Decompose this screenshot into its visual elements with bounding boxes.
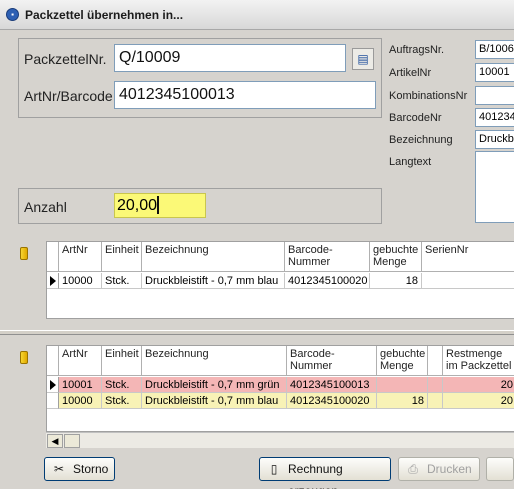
- col-header-menge[interactable]: gebuchte Menge: [377, 346, 428, 376]
- cell-barcode[interactable]: 4012345100020: [287, 393, 377, 409]
- barcode-field[interactable]: 4012345: [475, 108, 514, 127]
- artikel-label: ArtikelNr: [389, 67, 432, 79]
- rechnung-label: Rechnung erzeugen: [288, 462, 343, 489]
- scroll-thumb[interactable]: [64, 434, 80, 448]
- langtext-label: Langtext: [389, 156, 432, 168]
- col-header-seriennr[interactable]: SerienNr: [422, 242, 514, 272]
- col-header-restmenge[interactable]: Restmenge im Packzettel: [443, 346, 514, 376]
- cell-bezeichnung[interactable]: Druckbleistift - 0,7 mm grün: [142, 377, 287, 393]
- auftrags-field[interactable]: B/10060: [475, 40, 514, 59]
- col-header-artnr[interactable]: ArtNr: [59, 346, 102, 376]
- barcode-label: BarcodeNr: [389, 112, 442, 124]
- kombination-label: KombinationsNr: [389, 90, 468, 102]
- bezeichnung-label: Bezeichnung: [389, 134, 453, 146]
- cell-seriennr[interactable]: [422, 273, 514, 289]
- bezeichnung-field[interactable]: Druckbl: [475, 130, 514, 149]
- artnr-label: ArtNr/Barcode: [24, 88, 113, 104]
- artnr-barcode-input[interactable]: 4012345100013: [114, 81, 376, 109]
- artikel-field[interactable]: 10001: [475, 63, 514, 82]
- cell-menge[interactable]: 18: [377, 393, 428, 409]
- bottom-grid: ArtNr Einheit Bezeichnung Barcode-Nummer…: [46, 345, 514, 432]
- col-header-menge[interactable]: gebuchte Menge: [370, 242, 422, 272]
- text-caret: [157, 196, 159, 214]
- cell-bezeichnung[interactable]: Druckbleistift - 0,7 mm blau: [142, 393, 287, 409]
- note-icon[interactable]: [20, 351, 28, 364]
- window-title: Packzettel übernehmen in...: [25, 8, 184, 22]
- printer-icon: ⎙: [408, 462, 418, 476]
- row-selector[interactable]: [47, 273, 59, 289]
- note-icon[interactable]: [20, 247, 28, 260]
- top-grid: ArtNr Einheit Bezeichnung Barcode-Nummer…: [46, 241, 514, 319]
- langtext-field[interactable]: [475, 151, 514, 223]
- storno-label: Storno: [73, 462, 109, 476]
- cell-einheit[interactable]: Stck.: [102, 377, 142, 393]
- col-header-einheit[interactable]: Einheit: [102, 346, 142, 376]
- packzettel-label: PackzettelNr.: [24, 51, 107, 67]
- grid-corner: [47, 242, 59, 272]
- cell-einheit[interactable]: Stck.: [102, 393, 142, 409]
- cell-einheit[interactable]: Stck.: [102, 273, 142, 289]
- col-header-barcode[interactable]: Barcode-Nummer: [285, 242, 370, 272]
- anzahl-label: Anzahl: [24, 199, 67, 215]
- anzahl-input[interactable]: 20,00: [114, 193, 206, 218]
- kombination-field[interactable]: [475, 86, 514, 105]
- drucken-button[interactable]: ⎙ Drucken: [398, 457, 480, 481]
- cell-barcode[interactable]: 4012345100020: [285, 273, 370, 289]
- cell-spacer: [428, 377, 443, 393]
- document-icon: ▯: [270, 462, 278, 476]
- splitter[interactable]: [0, 330, 514, 335]
- col-header-artnr[interactable]: ArtNr: [59, 242, 102, 272]
- auftrags-label: AuftragsNr.: [389, 44, 445, 56]
- lookup-icon[interactable]: ▤: [352, 48, 374, 70]
- grid-corner: [47, 346, 59, 376]
- storno-button[interactable]: ✂ Storno: [44, 457, 115, 481]
- app-icon: ▪: [6, 8, 19, 21]
- cell-spacer: [428, 393, 443, 409]
- cell-artnr[interactable]: 10001: [59, 377, 102, 393]
- cell-bezeichnung[interactable]: Druckbleistift - 0,7 mm blau: [142, 273, 285, 289]
- drucken-label: Drucken: [427, 462, 472, 476]
- cell-restmenge[interactable]: 20: [443, 393, 514, 409]
- row-selector[interactable]: [47, 393, 59, 409]
- cell-restmenge[interactable]: 20: [443, 377, 514, 393]
- title-bar: ▪ Packzettel übernehmen in...: [0, 0, 514, 30]
- more-button[interactable]: [486, 457, 514, 481]
- cell-artnr[interactable]: 10000: [59, 273, 102, 289]
- row-pointer-icon: [50, 276, 56, 286]
- cell-barcode[interactable]: 4012345100013: [287, 377, 377, 393]
- horizontal-scrollbar[interactable]: ◀: [46, 432, 514, 448]
- row-selector[interactable]: [47, 377, 59, 393]
- col-header-barcode[interactable]: Barcode-Nummer: [287, 346, 377, 376]
- row-pointer-icon: [50, 380, 56, 390]
- col-header-spacer: [428, 346, 443, 376]
- cell-artnr[interactable]: 10000: [59, 393, 102, 409]
- scissors-icon: ✂: [53, 462, 65, 476]
- scroll-left-icon[interactable]: ◀: [47, 434, 63, 448]
- col-header-bezeichnung[interactable]: Bezeichnung: [142, 346, 287, 376]
- col-header-bezeichnung[interactable]: Bezeichnung: [142, 242, 285, 272]
- rechnung-erzeugen-button[interactable]: ▯ Rechnung erzeugen: [259, 457, 391, 489]
- packzettel-input[interactable]: Q/10009: [114, 44, 346, 72]
- col-header-einheit[interactable]: Einheit: [102, 242, 142, 272]
- cell-menge[interactable]: 18: [370, 273, 422, 289]
- cell-menge[interactable]: [377, 377, 428, 393]
